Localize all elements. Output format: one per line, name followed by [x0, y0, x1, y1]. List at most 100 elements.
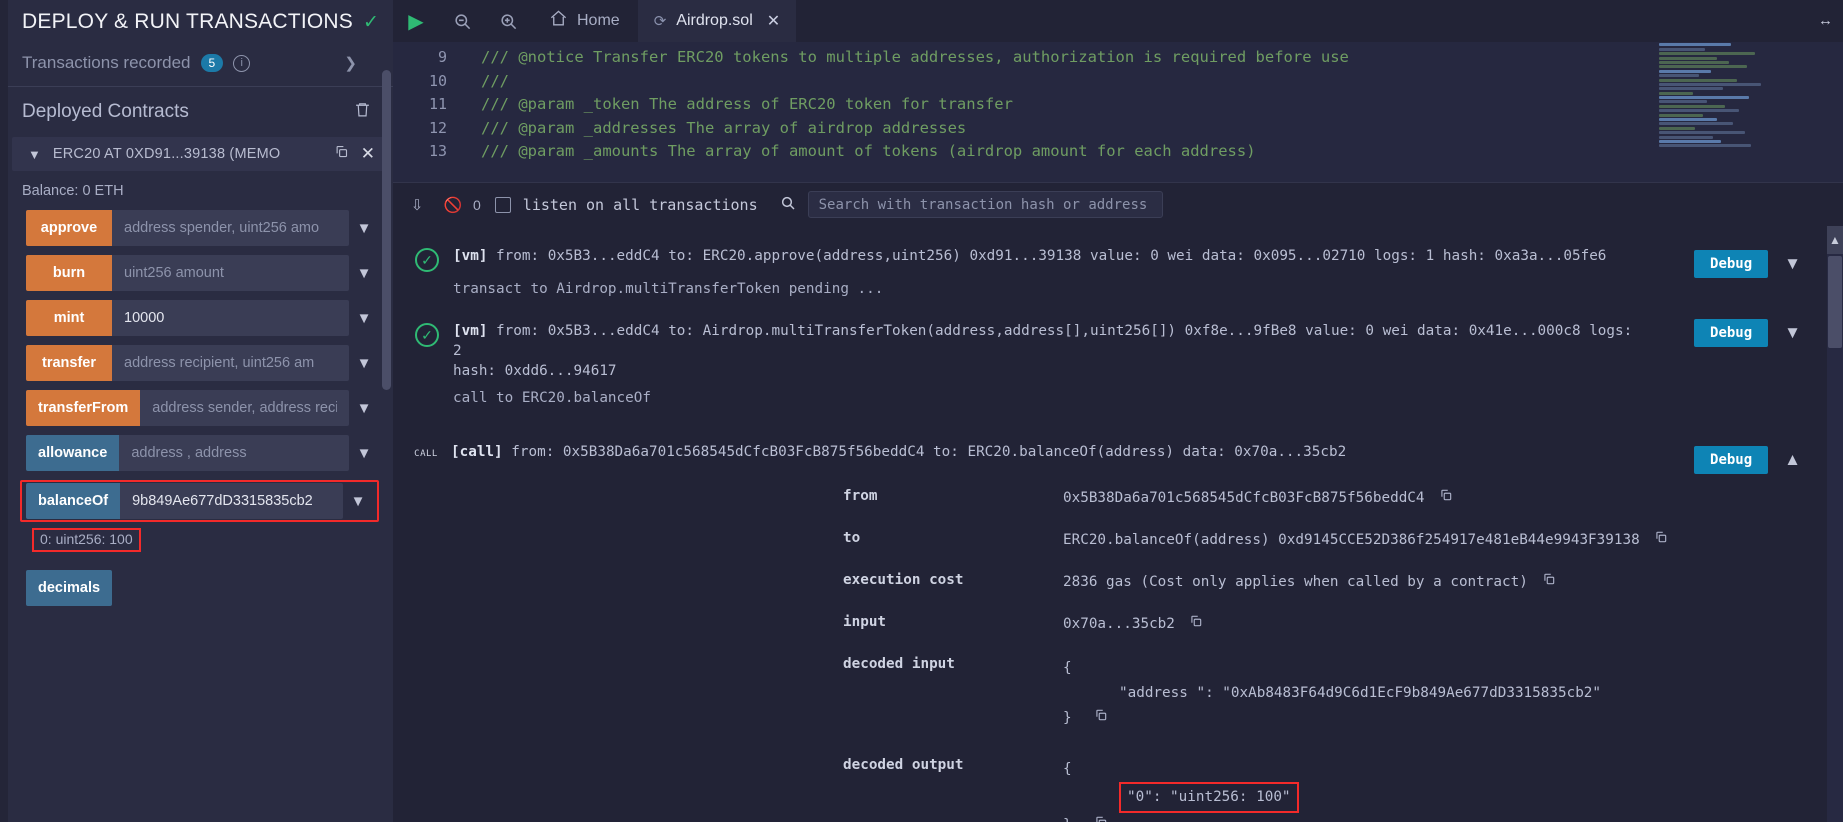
- detail-row-from: from 0x5B38Da6a701c568545dCfcB03FcB875f5…: [393, 488, 1843, 509]
- terminal-scrollbar-track[interactable]: ▲: [1827, 226, 1843, 822]
- burn-button[interactable]: burn: [26, 255, 112, 291]
- allowance-button[interactable]: allowance: [26, 435, 120, 471]
- zoom-in-icon[interactable]: [485, 0, 531, 42]
- approve-input[interactable]: [112, 210, 349, 246]
- copy-icon[interactable]: [1189, 614, 1203, 635]
- code-content[interactable]: /// @notice Transfer ERC20 tokens to mul…: [461, 42, 1843, 182]
- chevron-down-icon[interactable]: ▼: [343, 493, 373, 510]
- copy-icon[interactable]: [334, 144, 349, 164]
- code-editor[interactable]: 9 10 11 12 13 /// @notice Transfer ERC20…: [393, 42, 1843, 182]
- terminal-panel: ⇩ 🚫 0 listen on all transactions ✓: [393, 182, 1843, 822]
- horizontal-resize-icon[interactable]: ↔: [1818, 12, 1833, 29]
- balanceof-input[interactable]: [120, 483, 343, 519]
- chevron-up-icon[interactable]: ▲: [1784, 450, 1801, 470]
- copy-icon[interactable]: [1094, 709, 1108, 726]
- detail-key: decoded input: [843, 656, 955, 672]
- transactions-count-badge: 5: [200, 53, 224, 73]
- deployed-contract-item[interactable]: ▼ ERC20 AT 0XD91...39138 (MEMO ✕: [12, 137, 385, 171]
- burn-input[interactable]: [112, 255, 349, 291]
- terminal-scrollbar-thumb[interactable]: [1828, 256, 1842, 348]
- debug-button[interactable]: Debug: [1694, 446, 1769, 474]
- tab-airdrop-sol[interactable]: ⟳ Airdrop.sol ✕: [637, 0, 797, 42]
- editor-and-terminal: ▶ Home ⟳ Airdrop.sol ✕ ↔ 9 10 11 12 13 /…: [393, 0, 1843, 822]
- home-tab[interactable]: Home: [531, 0, 638, 42]
- search-icon: [780, 195, 796, 215]
- search-input[interactable]: [807, 191, 1163, 218]
- chevron-down-icon[interactable]: ▼: [28, 147, 41, 162]
- code-line: /// @param _amounts The array of amount …: [481, 142, 1256, 161]
- copy-icon[interactable]: [1542, 572, 1556, 593]
- debug-button[interactable]: Debug: [1694, 319, 1769, 347]
- contract-function-list: approve ▼ burn ▼ mint ▼ transfer ▼ trans: [0, 210, 393, 606]
- log-line-2: hash: 0xdd6...94617: [453, 363, 617, 379]
- transfer-input[interactable]: [112, 345, 349, 381]
- log-prefix: [vm]: [453, 248, 488, 264]
- sidebar-scrollbar[interactable]: [382, 70, 391, 390]
- close-icon[interactable]: ✕: [767, 11, 780, 31]
- detail-value-text: 0x5B38Da6a701c568545dCfcB03FcB875f56bedd…: [1063, 490, 1425, 506]
- line-number: 12: [428, 118, 447, 137]
- chevrons-down-icon[interactable]: ⇩: [399, 183, 435, 227]
- mint-input[interactable]: [112, 300, 349, 336]
- chevron-down-icon[interactable]: ▼: [349, 355, 379, 372]
- log-entry-balanceof-call: CALL [call] from: 0x5B38Da6a701c568545dC…: [393, 406, 1843, 822]
- no-entry-icon[interactable]: 🚫: [435, 183, 471, 227]
- json-close-brace: }: [1063, 710, 1072, 726]
- zoom-out-icon[interactable]: [439, 0, 485, 42]
- log-actions: Debug ▲: [1694, 446, 1801, 474]
- listen-all-transactions-checkbox[interactable]: [494, 196, 511, 213]
- copy-icon[interactable]: [1439, 488, 1453, 509]
- transactions-recorded-row[interactable]: Transactions recorded 5 i ❯: [0, 44, 393, 78]
- line-number: 10: [428, 71, 447, 90]
- detail-row-execution-cost: execution cost 2836 gas (Cost only appli…: [393, 572, 1843, 593]
- chevron-down-icon[interactable]: ▼: [1784, 323, 1801, 343]
- call-label-icon: CALL: [414, 449, 438, 459]
- chevron-down-icon[interactable]: ▼: [349, 400, 379, 417]
- chevron-down-icon[interactable]: ▼: [349, 310, 379, 327]
- log-entry-approve: ✓ [vm] from: 0x5B3...eddC4 to: ERC20.app…: [393, 236, 1843, 297]
- listen-all-transactions-label: listen on all transactions: [522, 195, 758, 214]
- log-main-row: CALL [call] from: 0x5B38Da6a701c568545dC…: [393, 442, 1843, 462]
- tab-label: Airdrop.sol: [676, 12, 753, 29]
- balanceof-button[interactable]: balanceOf: [26, 483, 121, 519]
- code-minimap[interactable]: [1653, 42, 1783, 172]
- play-icon[interactable]: ▶: [393, 0, 439, 42]
- json-open-brace: {: [1063, 761, 1072, 777]
- log-actions: Debug ▼: [1694, 319, 1801, 347]
- success-check-icon: ✓: [415, 248, 439, 272]
- solidity-icon: ⟳: [653, 13, 667, 30]
- code-line: /// @param _token The address of ERC20 t…: [481, 95, 1013, 114]
- transactions-expand-chevron-icon[interactable]: ❯: [344, 54, 357, 72]
- line-number: 13: [428, 142, 447, 161]
- approve-button[interactable]: approve: [26, 210, 112, 246]
- remix-ide-window: DEPLOY & RUN TRANSACTIONS ✓ ❯ Transactio…: [0, 0, 1843, 822]
- log-line: from: 0x5B38Da6a701c568545dCfcB03FcB875f…: [511, 444, 1347, 460]
- log-main-row: ✓ [vm] from: 0x5B3...eddC4 to: ERC20.app…: [393, 246, 1843, 272]
- close-icon[interactable]: ✕: [361, 144, 375, 164]
- chevron-down-icon[interactable]: ▼: [349, 220, 379, 237]
- function-row-decimals: decimals: [26, 570, 379, 606]
- mint-button[interactable]: mint: [26, 300, 112, 336]
- allowance-input[interactable]: [119, 435, 349, 471]
- terminal-log-list[interactable]: ✓ [vm] from: 0x5B3...eddC4 to: ERC20.app…: [393, 226, 1843, 822]
- json-close-brace: }: [1063, 817, 1072, 822]
- pending-count-label: 0: [473, 196, 481, 213]
- transferfrom-button[interactable]: transferFrom: [26, 390, 141, 426]
- contract-name-label: ERC20 AT 0XD91...39138 (MEMO: [52, 146, 281, 162]
- copy-icon[interactable]: [1654, 530, 1668, 551]
- deployed-contracts-header: Deployed Contracts: [0, 87, 393, 133]
- detail-key: decoded output: [843, 757, 964, 773]
- log-text: [call] from: 0x5B38Da6a701c568545dCfcB03…: [451, 442, 1346, 462]
- decimals-button[interactable]: decimals: [26, 570, 113, 606]
- chevron-down-icon[interactable]: ▼: [1784, 254, 1801, 274]
- debug-button[interactable]: Debug: [1694, 250, 1769, 278]
- chevron-down-icon[interactable]: ▼: [349, 265, 379, 282]
- code-line: /// @param _addresses The array of airdr…: [481, 118, 967, 137]
- transferfrom-input[interactable]: [140, 390, 349, 426]
- copy-icon[interactable]: [1094, 816, 1108, 822]
- scroll-up-icon[interactable]: ▲: [1827, 226, 1843, 254]
- info-icon[interactable]: i: [233, 54, 251, 72]
- trash-icon[interactable]: [354, 101, 371, 123]
- transfer-button[interactable]: transfer: [26, 345, 112, 381]
- chevron-down-icon[interactable]: ▼: [349, 445, 379, 462]
